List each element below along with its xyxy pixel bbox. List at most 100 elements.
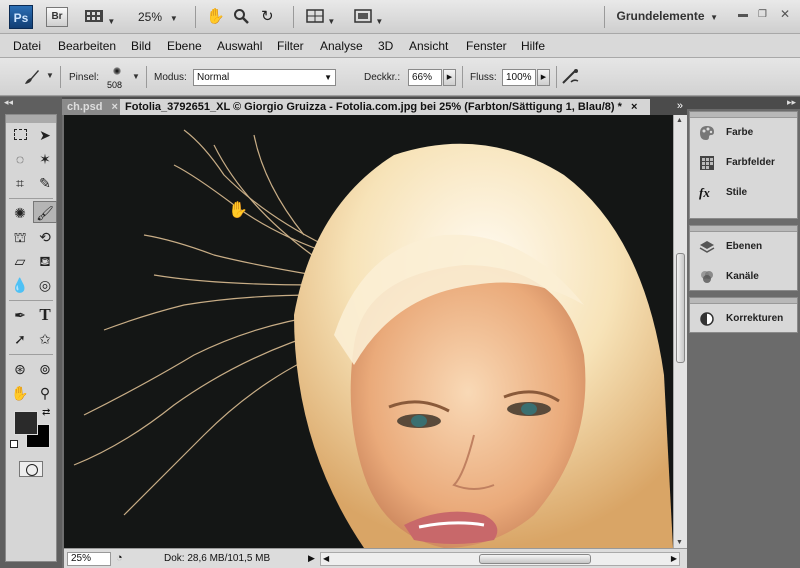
panel-stile[interactable]: fx Stile <box>690 178 797 208</box>
scroll-down-icon[interactable]: ▼ <box>676 539 683 546</box>
view-extras-button[interactable]: ▼ <box>84 8 115 26</box>
menu-filter[interactable]: Filter <box>277 39 304 53</box>
lasso-tool[interactable]: ◌ <box>8 148 32 170</box>
quick-mask-button[interactable] <box>19 461 43 477</box>
pen-tool[interactable]: ✒ <box>8 304 32 326</box>
healing-brush-tool[interactable]: ✺ <box>8 202 32 224</box>
brush-tool[interactable]: 🖌 <box>33 201 57 223</box>
path-selection-tool[interactable]: ➚ <box>8 328 32 350</box>
zoom-level-dropdown[interactable]: 25% ▼ <box>138 8 178 26</box>
menu-analyse[interactable]: Analyse <box>320 39 363 53</box>
water-drop-icon: 💧 <box>11 277 29 293</box>
panel-grip[interactable] <box>6 115 56 123</box>
airbrush-toggle[interactable] <box>561 67 583 87</box>
workspace-switcher[interactable]: Grundelemente ▼ <box>616 9 718 23</box>
menu-3d[interactable]: 3D <box>378 39 393 53</box>
history-brush-tool[interactable]: ⟲ <box>33 226 57 248</box>
color-palette-icon <box>700 126 714 140</box>
status-menu-arrow-icon[interactable]: ▶ <box>308 553 315 564</box>
tab-inactive-document[interactable]: ch.psd × <box>62 99 120 115</box>
opacity-input[interactable]: 66% <box>408 69 442 86</box>
clone-stamp-tool[interactable]: ⛫ <box>8 226 32 248</box>
menu-auswahl[interactable]: Auswahl <box>217 39 262 53</box>
restore-button[interactable]: ❐ <box>758 9 767 20</box>
close-icon[interactable]: × <box>631 101 637 113</box>
type-tool[interactable]: T <box>33 304 57 326</box>
bandage-icon: ✺ <box>14 205 26 221</box>
zoom-tool-button[interactable] <box>233 8 249 26</box>
menu-ebene[interactable]: Ebene <box>167 39 202 53</box>
document-canvas[interactable]: ✋ <box>64 115 673 548</box>
marquee-tool[interactable] <box>8 124 32 146</box>
screen-mode-button[interactable]: ▼ <box>354 8 383 26</box>
scrollbar-thumb[interactable] <box>676 253 685 363</box>
vertical-scrollbar[interactable]: ▲ ▼ <box>673 115 687 548</box>
opacity-label: Deckkr.: <box>364 72 401 83</box>
zoom-level-value: 25% <box>138 10 163 24</box>
minimize-button[interactable]: ▬ <box>738 9 748 20</box>
close-button[interactable]: ✕ <box>780 7 790 21</box>
tab-overflow-button[interactable]: » <box>677 100 683 112</box>
adjustments-icon <box>700 312 714 326</box>
flow-slider-toggle[interactable]: ▶ <box>537 69 550 86</box>
menu-bild[interactable]: Bild <box>131 39 151 53</box>
menu-hilfe[interactable]: Hilfe <box>521 39 545 53</box>
eyedropper-icon: ✎ <box>39 175 51 191</box>
swap-colors-icon[interactable]: ⇄ <box>42 407 50 418</box>
panel-ebenen[interactable]: Ebenen <box>690 232 797 262</box>
horizontal-scrollbar[interactable]: ◀ ▶ <box>320 552 680 566</box>
svg-text:✋: ✋ <box>228 200 248 219</box>
opacity-slider-toggle[interactable]: ▶ <box>443 69 456 86</box>
arrange-documents-button[interactable]: ▼ <box>306 8 335 26</box>
menu-bearbeiten[interactable]: Bearbeiten <box>58 39 116 53</box>
eraser-tool[interactable]: ▱ <box>8 250 32 272</box>
expand-panels-icon[interactable]: ▸▸ <box>787 97 796 108</box>
scroll-up-icon[interactable]: ▲ <box>676 117 683 124</box>
move-tool[interactable]: ➤ <box>33 124 57 146</box>
menu-ansicht[interactable]: Ansicht <box>409 39 448 53</box>
default-colors-icon[interactable] <box>10 440 18 448</box>
scrollbar-thumb[interactable] <box>479 554 591 564</box>
magic-wand-tool[interactable]: ✶ <box>33 148 57 170</box>
hand-icon: ✋ <box>206 8 225 25</box>
zoom-tool[interactable]: ⚲ <box>33 382 57 404</box>
close-icon[interactable]: × <box>112 101 118 113</box>
hand-tool[interactable]: ✋ <box>8 382 32 404</box>
panel-farbe[interactable]: Farbe <box>690 118 797 148</box>
3d-rotate-tool[interactable]: ⊛ <box>8 358 32 380</box>
panel-kanaele[interactable]: Kanäle <box>690 262 797 292</box>
bridge-launch-button[interactable]: Br <box>46 7 68 27</box>
shape-tool[interactable]: ✩ <box>33 328 57 350</box>
pen-nib-icon: ✒ <box>14 307 26 323</box>
mode-select[interactable]: Normal ▼ <box>193 69 336 86</box>
collapse-chevron-icon[interactable]: ◂◂ <box>4 97 13 108</box>
brush-picker[interactable]: 508 <box>103 64 133 92</box>
scroll-right-icon[interactable]: ▶ <box>671 554 677 563</box>
tool-preset-picker[interactable]: ▼ <box>22 67 54 90</box>
status-info-icon[interactable]: ◔ <box>116 552 123 564</box>
paint-bucket-tool[interactable]: ⛾ <box>33 250 57 272</box>
dodge-icon: ◎ <box>38 277 52 293</box>
scroll-left-icon[interactable]: ◀ <box>323 554 329 563</box>
chevron-down-icon[interactable]: ▼ <box>132 72 140 81</box>
flow-input[interactable]: 100% <box>502 69 536 86</box>
hand-tool-button[interactable]: ✋ <box>206 8 225 26</box>
blur-tool[interactable]: 💧 <box>8 274 32 296</box>
dodge-tool[interactable]: ◎ <box>33 274 57 296</box>
panel-farbfelder[interactable]: Farbfelder <box>690 148 797 178</box>
panel-korrekturen[interactable]: Korrekturen <box>690 304 797 334</box>
menu-fenster[interactable]: Fenster <box>466 39 507 53</box>
3d-orbit-tool[interactable]: ⊚ <box>33 358 57 380</box>
crop-tool[interactable]: ⌗ <box>8 172 32 194</box>
star-shape-icon: ✩ <box>39 331 51 347</box>
status-zoom-input[interactable]: 25% <box>67 552 111 566</box>
foreground-color-swatch[interactable] <box>14 411 38 435</box>
screen-mode-icon <box>354 9 372 23</box>
toolbar-divider <box>195 6 196 28</box>
panel-label: Ebenen <box>726 241 763 252</box>
crop-icon: ⌗ <box>16 175 24 191</box>
tab-active-document[interactable]: Fotolia_3792651_XL © Giorgio Gruizza - F… <box>120 99 650 115</box>
rotate-view-button[interactable]: ↻ <box>261 8 274 26</box>
eyedropper-tool[interactable]: ✎ <box>33 172 57 194</box>
menu-datei[interactable]: Datei <box>13 39 41 53</box>
